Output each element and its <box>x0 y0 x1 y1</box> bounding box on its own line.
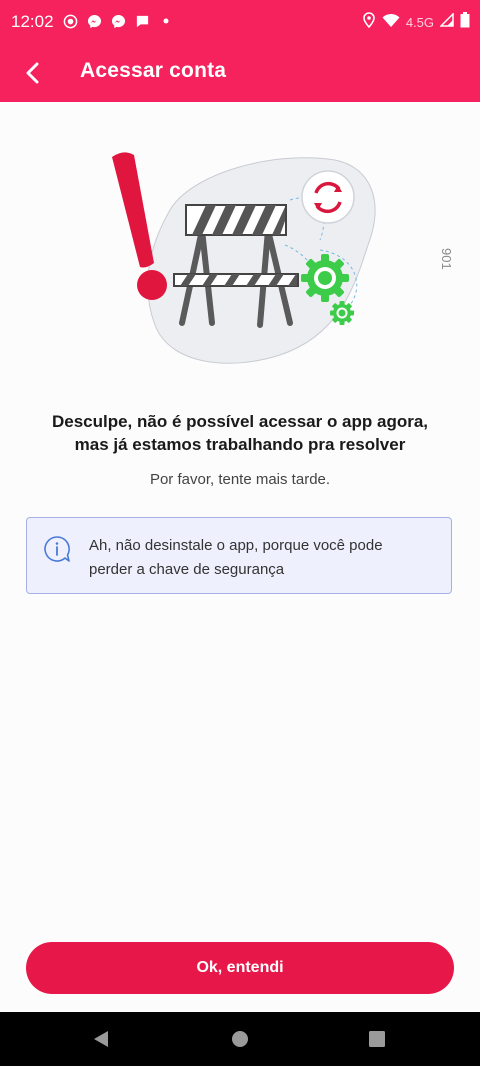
nav-home-button[interactable] <box>229 1028 251 1050</box>
chat-bubble-icon <box>134 13 150 29</box>
dot-icon <box>158 13 174 29</box>
home-circle-icon <box>232 1031 248 1047</box>
chevron-left-icon <box>26 62 39 84</box>
gear-icon <box>301 254 349 302</box>
info-bubble-icon <box>44 536 70 562</box>
info-line-1: Ah, não desinstale o app, porque você po… <box>89 537 383 554</box>
wifi-icon <box>382 13 400 33</box>
status-bar: 12:02 4.5G <box>0 0 480 44</box>
status-right: 4.5G <box>362 12 470 33</box>
small-gear-icon <box>330 301 354 325</box>
record-icon <box>62 13 78 29</box>
headline-line-2: mas já estamos trabalhando pra resolver <box>74 435 406 454</box>
error-code: 901 <box>439 248 454 270</box>
navigation-bar <box>0 1012 480 1066</box>
battery-icon <box>460 12 470 33</box>
info-box: Ah, não desinstale o app, porque você po… <box>26 517 452 594</box>
messenger-icon <box>110 13 126 29</box>
app-bar: Acessar conta <box>0 44 480 102</box>
notification-icons <box>62 13 174 29</box>
network-type: 4.5G <box>405 15 434 30</box>
recents-square-icon <box>369 1031 385 1047</box>
exclamation-icon <box>112 152 154 268</box>
maintenance-illustration <box>112 152 376 364</box>
back-triangle-icon <box>94 1031 108 1047</box>
error-subtext: Por favor, tente mais tarde. <box>149 471 331 488</box>
info-text: Ah, não desinstale o app, porque você po… <box>89 534 439 582</box>
back-button[interactable] <box>16 56 50 90</box>
status-time: 12:02 <box>11 12 54 31</box>
info-line-2: perder a chave de segurança <box>89 561 285 578</box>
error-headline: Desculpe, não é possível acessar o app a… <box>20 410 460 456</box>
messenger-icon <box>86 13 102 29</box>
nav-recents-button[interactable] <box>366 1028 388 1050</box>
page-title: Acessar conta <box>80 59 227 82</box>
refresh-icon <box>301 170 355 224</box>
ok-button[interactable]: Ok, entendi <box>26 942 454 994</box>
nav-back-button[interactable] <box>90 1028 112 1050</box>
location-icon <box>362 12 376 33</box>
headline-line-1: Desculpe, não é possível acessar o app a… <box>51 412 429 431</box>
signal-icon <box>439 12 454 32</box>
